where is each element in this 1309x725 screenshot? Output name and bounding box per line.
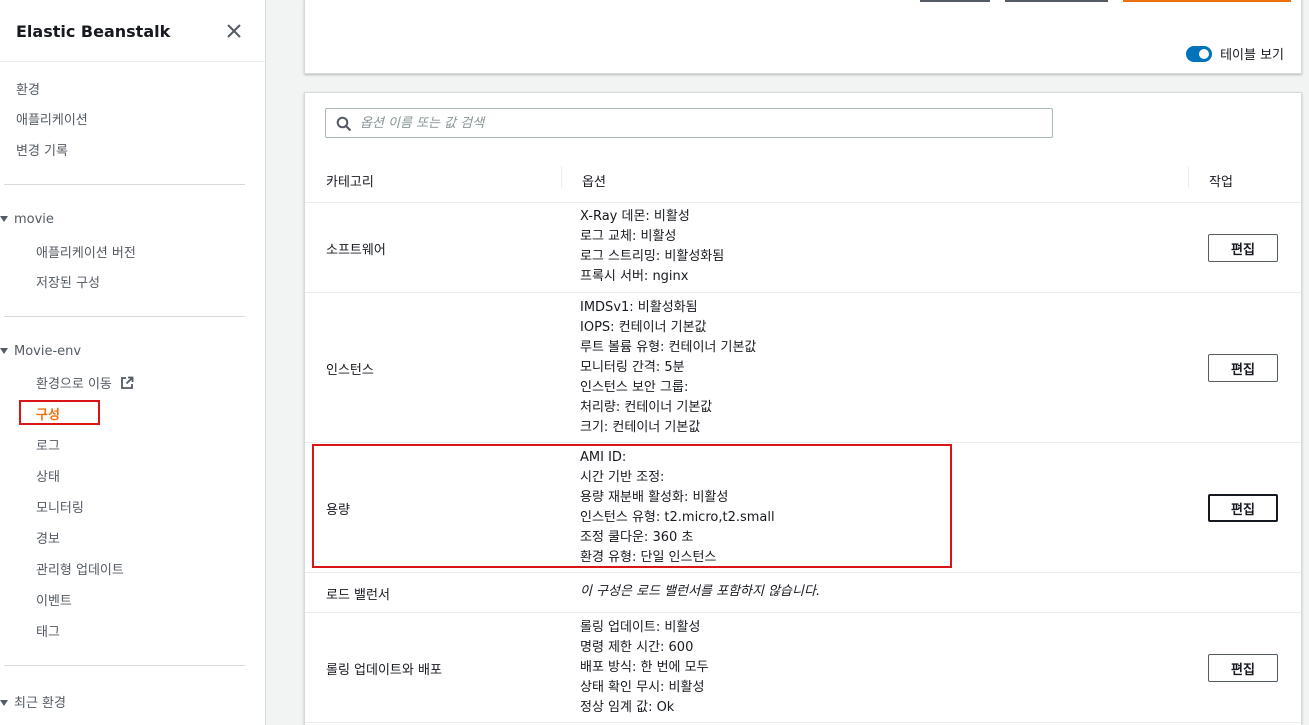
- row-divider: [305, 572, 1301, 573]
- row-category: 소프트웨어: [326, 243, 386, 258]
- option-value: 명령 제한 시간: 600: [580, 640, 694, 655]
- option-value: 정상 임계 값: Ok: [580, 700, 675, 715]
- close-icon[interactable]: [225, 22, 243, 40]
- sidebar-item-saved-configs[interactable]: 저장된 구성: [36, 272, 100, 291]
- search-input[interactable]: [360, 113, 1040, 133]
- sidebar-group-env[interactable]: Movie-env: [0, 344, 81, 359]
- sidebar-group-app[interactable]: movie: [0, 212, 54, 227]
- column-separator: [561, 166, 562, 188]
- option-value: IOPS: 컨테이너 기본값: [580, 320, 707, 335]
- option-value: X-Ray 데몬: 비활성: [580, 209, 690, 224]
- sidebar-item-applications[interactable]: 애플리케이션: [16, 109, 88, 128]
- row-divider: [305, 612, 1301, 613]
- row-category: 인스턴스: [326, 363, 374, 378]
- sidebar-item-label: 환경으로 이동: [36, 377, 112, 392]
- toggle-switch[interactable]: [1186, 45, 1213, 62]
- row-divider: [305, 722, 1301, 723]
- row-category: 롤링 업데이트와 배포: [326, 663, 442, 678]
- sidebar-header: Elastic Beanstalk: [0, 0, 265, 62]
- sidebar-item-health[interactable]: 상태: [36, 466, 60, 485]
- option-value: 모니터링 간격: 5분: [580, 360, 685, 375]
- sidebar-group-recent[interactable]: 최근 환경: [0, 692, 66, 711]
- option-value: 루트 볼륨 유형: 컨테이너 기본값: [580, 340, 757, 355]
- sidebar-item-events[interactable]: 이벤트: [36, 590, 72, 609]
- sidebar-item-logs[interactable]: 로그: [36, 435, 60, 454]
- option-value: 프록시 서버: nginx: [580, 269, 689, 284]
- sidebar-divider: [4, 316, 245, 317]
- sidebar: Elastic Beanstalk 환경 애플리케이션 변경 기록 movie …: [0, 0, 266, 725]
- column-header-category: 카테고리: [326, 175, 374, 190]
- search-icon: [336, 116, 352, 132]
- row-divider: [305, 292, 1301, 293]
- toolbar-primary-button[interactable]: [1123, 0, 1291, 2]
- edit-instances-button[interactable]: 편집: [1208, 354, 1278, 382]
- sidebar-divider: [4, 665, 245, 666]
- external-link-icon: [120, 376, 134, 394]
- table-view-toggle[interactable]: 테이블 보기: [1186, 44, 1284, 63]
- row-options: 롤링 업데이트: 비활성 명령 제한 시간: 600 배포 방식: 한 번에 모…: [580, 618, 709, 718]
- column-separator: [1188, 166, 1189, 188]
- option-value: 인스턴스 보안 그룹:: [580, 380, 689, 395]
- search-box[interactable]: [325, 108, 1053, 138]
- option-value: 이 구성은 로드 밸런서를 포함하지 않습니다.: [580, 584, 821, 599]
- edit-software-button[interactable]: 편집: [1208, 234, 1278, 262]
- sidebar-item-go-to-env[interactable]: 환경으로 이동: [36, 373, 134, 394]
- sidebar-item-environments[interactable]: 환경: [16, 79, 40, 98]
- option-value: 로그 스트리밍: 비활성화됨: [580, 249, 725, 264]
- toolbar-button[interactable]: [1005, 0, 1108, 2]
- sidebar-title: Elastic Beanstalk: [16, 22, 171, 41]
- sidebar-group-recent-label: 최근 환경: [14, 696, 66, 711]
- sidebar-item-tags[interactable]: 태그: [36, 621, 60, 640]
- option-value: 처리량: 컨테이너 기본값: [580, 400, 713, 415]
- option-value: 크기: 컨테이너 기본값: [580, 420, 701, 435]
- sidebar-group-app-label: movie: [14, 212, 54, 227]
- edit-capacity-button[interactable]: 편집: [1208, 494, 1278, 522]
- sidebar-item-managed-updates[interactable]: 관리형 업데이트: [36, 559, 124, 578]
- sidebar-item-change-history[interactable]: 변경 기록: [16, 140, 68, 159]
- caret-down-icon: [0, 216, 8, 222]
- option-value: 롤링 업데이트: 비활성: [580, 620, 701, 635]
- row-divider: [305, 202, 1301, 203]
- option-value: 상태 확인 무시: 비활성: [580, 680, 705, 695]
- option-value: 배포 방식: 한 번에 모두: [580, 660, 709, 675]
- option-value: 로그 교체: 비활성: [580, 229, 677, 244]
- config-table-panel: 카테고리 옵션 작업 소프트웨어 X-Ray 데몬: 비활성 로그 교체: 비활…: [304, 92, 1302, 725]
- sidebar-item-alarms[interactable]: 경보: [36, 528, 60, 547]
- option-value: IMDSv1: 비활성화됨: [580, 300, 698, 315]
- highlight-box-capacity: [312, 444, 952, 568]
- row-category: 로드 밸런서: [326, 588, 390, 603]
- column-header-action: 작업: [1209, 175, 1233, 190]
- sidebar-group-env-label: Movie-env: [14, 344, 82, 359]
- caret-down-icon: [0, 348, 8, 354]
- row-options: IMDSv1: 비활성화됨 IOPS: 컨테이너 기본값 루트 볼륨 유형: 컨…: [580, 298, 756, 438]
- highlight-box-configuration: [19, 400, 100, 425]
- top-panel: 테이블 보기: [304, 0, 1302, 74]
- column-header-options: 옵션: [582, 175, 606, 190]
- sidebar-item-monitoring[interactable]: 모니터링: [36, 497, 84, 516]
- toggle-label: 테이블 보기: [1220, 48, 1284, 63]
- sidebar-divider: [4, 184, 245, 185]
- row-options: X-Ray 데몬: 비활성 로그 교체: 비활성 로그 스트리밍: 비활성화됨 …: [580, 207, 724, 287]
- row-options: 이 구성은 로드 밸런서를 포함하지 않습니다.: [580, 582, 820, 602]
- row-divider: [305, 442, 1301, 443]
- sidebar-item-app-versions[interactable]: 애플리케이션 버전: [36, 242, 136, 261]
- toolbar-button[interactable]: [920, 0, 990, 2]
- edit-rolling-updates-button[interactable]: 편집: [1208, 654, 1278, 682]
- caret-down-icon: [0, 700, 8, 706]
